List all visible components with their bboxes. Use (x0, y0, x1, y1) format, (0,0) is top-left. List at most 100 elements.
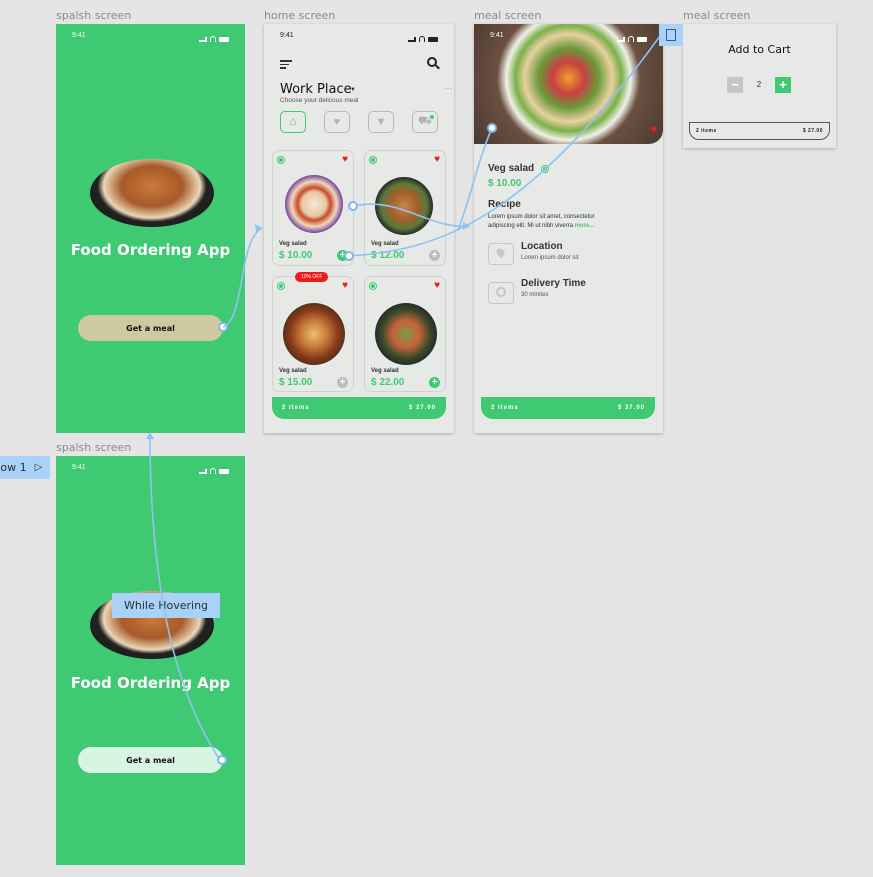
meal-card[interactable]: ♥ Veg salad $ 22.00 + (364, 276, 446, 392)
heart-icon[interactable]: ♥ (434, 281, 440, 291)
app-title: Food Ordering App (70, 674, 231, 692)
play-icon[interactable]: ▷ (35, 462, 43, 473)
heart-icon[interactable]: ♥ (324, 111, 350, 133)
meal-price: $ 10.00 (279, 250, 313, 261)
cart-item-count: 2 items (491, 405, 519, 411)
plus-button[interactable]: + (775, 77, 791, 93)
add-to-cart-title: Add to Cart (728, 43, 791, 56)
cart-icon[interactable]: ⛟ (412, 111, 438, 133)
select-radio[interactable] (369, 156, 377, 164)
home-screen-label: home screen (264, 9, 336, 22)
meal-name: Veg salad (279, 368, 307, 374)
flow-start-tag[interactable]: Flow 1 ▷ (0, 456, 51, 479)
select-radio[interactable] (277, 282, 285, 290)
status-icons (199, 32, 229, 46)
add-button[interactable]: + (429, 250, 440, 261)
select-radio[interactable] (369, 282, 377, 290)
food-plate-image (375, 303, 437, 365)
meal-name: Veg salad (279, 241, 307, 247)
status-time: 9:41 (72, 32, 86, 39)
status-icons (617, 32, 647, 46)
splash-screen-frame-2: 9:41 Food Ordering App Get a meal (56, 456, 245, 865)
meal-screen-label: meal screen (474, 9, 542, 22)
quantity-value: 2 (756, 80, 762, 89)
discount-badge: 10% OFF (295, 272, 329, 282)
meal-screen-frame: 9:41 ♥ Veg salad $ 10.00 Recipe Lorem ip… (474, 24, 663, 433)
minus-button[interactable]: − (727, 77, 743, 93)
filter-icon[interactable]: ▼ (368, 111, 394, 133)
heart-icon[interactable]: ♥ (434, 155, 440, 165)
status-bar: 9:41 (56, 24, 245, 46)
status-icons (408, 32, 438, 46)
status-time: 9:41 (490, 32, 504, 39)
prototype-connector-dot[interactable] (487, 123, 497, 133)
cart-summary-bar[interactable]: 2 items $ 27.00 (689, 122, 830, 140)
splash-screen-label-2: spalsh screen (56, 441, 132, 454)
page-title: Work Place (280, 82, 352, 97)
clock-icon (488, 282, 514, 304)
location-pin-icon (488, 243, 514, 265)
meal-card[interactable]: ♥ Veg salad $ 12.00 + (364, 150, 446, 266)
cart-item-count: 2 items (696, 128, 717, 134)
meal-price: $ 15.00 (279, 377, 313, 388)
select-radio[interactable] (277, 156, 285, 164)
cart-summary-bar[interactable]: 2 items $ 27.00 (272, 397, 446, 419)
recipe-heading: Recipe (488, 199, 521, 210)
more-options-icon[interactable]: ··· (444, 84, 452, 93)
add-button[interactable]: + (429, 377, 440, 388)
delivery-heading: Delivery Time (521, 278, 586, 289)
get-a-meal-button[interactable]: Get a meal (78, 747, 223, 773)
status-time: 9:41 (280, 32, 294, 39)
recipe-text-block: Lorem ipsum dolor sit amet, consectetur … (488, 213, 620, 231)
prototype-connector-dot[interactable] (344, 251, 354, 261)
add-to-cart-frame: Add to Cart − 2 + 2 items $ 27.00 (683, 24, 836, 148)
prototype-connector-dot[interactable] (218, 322, 228, 332)
flow-label: Flow 1 (0, 461, 27, 474)
heart-icon[interactable]: ♥ (650, 125, 657, 136)
prototype-connector-dot[interactable] (217, 755, 227, 765)
status-time: 9:41 (72, 464, 86, 471)
home-screen-frame: 9:41 Work Place ▼ Choose your delicous m… (264, 24, 454, 433)
meal-name: Veg salad (371, 368, 399, 374)
cart-total: $ 27.00 (802, 128, 823, 134)
arrow-head (146, 432, 154, 439)
arrow-head (463, 222, 470, 230)
meal-card[interactable]: ♥ Veg salad $ 15.00 + (272, 276, 354, 392)
cart-summary-bar[interactable]: 2 items $ 37.00 (481, 397, 655, 419)
meal-screen-label-2: meal screen (683, 9, 751, 22)
status-bar: 9:41 (264, 24, 454, 46)
heart-icon[interactable]: ♥ (342, 281, 348, 291)
splash-screen-frame: 9:41 Food Ordering App Get a meal (56, 24, 245, 433)
device-frame-icon[interactable] (659, 24, 683, 46)
select-radio[interactable] (541, 165, 549, 173)
food-plate-image (375, 177, 433, 235)
status-icons (199, 464, 229, 478)
food-bowl-image (90, 159, 214, 227)
page-subtitle: Choose your delicous meal (280, 97, 359, 104)
location-text: Lorem ipsum dolor sit (521, 255, 579, 261)
delivery-text: 30 minites (521, 292, 549, 298)
cart-total: $ 37.00 (617, 405, 645, 411)
add-button[interactable]: + (337, 377, 348, 388)
get-a-meal-button[interactable]: Get a meal (78, 315, 223, 341)
search-icon[interactable] (427, 57, 437, 67)
cart-total: $ 27.00 (408, 405, 436, 411)
meal-name: Veg salad (371, 241, 399, 247)
splash-screen-label: spalsh screen (56, 9, 132, 22)
while-hovering-trigger[interactable]: While Hovering (112, 593, 221, 618)
chevron-down-icon[interactable]: ▼ (350, 87, 356, 93)
menu-icon[interactable] (280, 60, 292, 71)
heart-icon[interactable]: ♥ (342, 155, 348, 165)
status-bar: 9:41 (56, 456, 245, 478)
food-plate-image (285, 175, 343, 233)
prototype-connector-dot[interactable] (348, 201, 358, 211)
home-icon[interactable]: ⌂ (280, 111, 306, 133)
food-plate-image (283, 303, 345, 365)
cart-item-count: 2 items (282, 405, 310, 411)
more-link[interactable]: more... (575, 223, 595, 229)
meal-card[interactable]: ♥ Veg salad $ 10.00 + (272, 150, 354, 266)
meal-price: $ 22.00 (371, 377, 405, 388)
meal-price: $ 10.00 (488, 178, 522, 189)
app-title: Food Ordering App (70, 241, 231, 259)
meal-price: $ 12.00 (371, 250, 405, 261)
